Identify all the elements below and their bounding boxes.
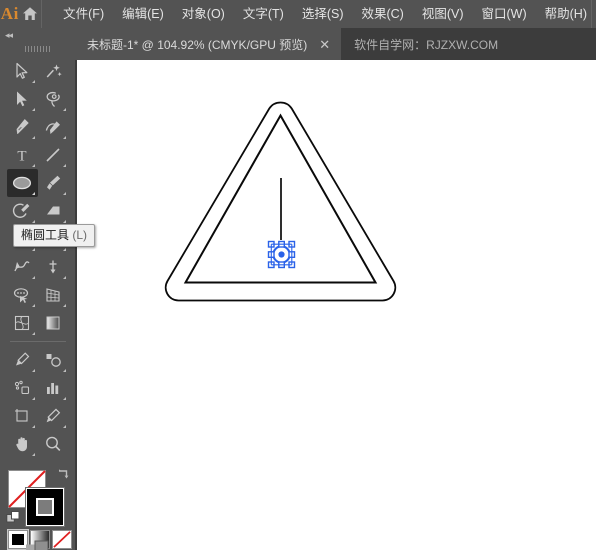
tool-flyout-corner-icon (31, 425, 35, 428)
tool-selection[interactable] (7, 57, 38, 85)
menu-effect[interactable]: 效果(C) (352, 3, 412, 25)
document-tab[interactable]: 未标题-1* @ 104.92% (CMYK/GPU 预览) ✕ (75, 28, 343, 60)
tool-free-transform[interactable] (38, 253, 69, 281)
tooltip-shortcut: (L) (72, 228, 88, 242)
tool-hand[interactable] (7, 430, 38, 458)
tool-flyout-corner-icon (31, 108, 35, 111)
menu-right-divider (591, 0, 592, 28)
tool-flyout-corner-icon (62, 369, 66, 372)
menu-bar: Ai 文件(F) 编辑(E) 对象(O) 文字(T) 选择(S) 效果(C) 视… (0, 0, 596, 28)
tool-type[interactable]: T (7, 141, 38, 169)
tool-blend[interactable] (38, 346, 69, 374)
artwork-warning-triangle (164, 101, 397, 302)
tool-line-segment[interactable] (38, 141, 69, 169)
tool-flyout-corner-icon (62, 425, 66, 428)
menu-edit[interactable]: 编辑(E) (113, 3, 173, 25)
app-logo: Ai (0, 4, 19, 23)
tool-flyout-corner-icon (31, 80, 35, 83)
tool-flyout-corner-icon (62, 248, 66, 251)
tool-flyout-corner-icon (31, 397, 35, 400)
tool-artboard[interactable] (7, 402, 38, 430)
tool-flyout-corner-icon (31, 248, 35, 251)
tool-mesh[interactable] (7, 309, 38, 337)
menu-file[interactable]: 文件(F) (54, 3, 113, 25)
tool-direct-selection[interactable] (7, 85, 38, 113)
watermark-text: 软件自学网：RJZXW.COM (354, 37, 499, 52)
tool-lasso[interactable] (38, 85, 69, 113)
document-tab-title: 未标题-1* @ 104.92% (CMYK/GPU 预览) (87, 37, 308, 52)
tools-panel: ◂◂ T 椭圆工具 (L) (0, 28, 96, 550)
tool-eyedropper[interactable] (7, 346, 38, 374)
tool-symbol-sprayer[interactable] (7, 374, 38, 402)
tool-shaper[interactable] (7, 197, 38, 225)
tool-paintbrush[interactable] (38, 169, 69, 197)
tool-flyout-corner-icon (31, 276, 35, 279)
tool-flyout-corner-icon (31, 164, 35, 167)
illustrator-window: Ai 文件(F) 编辑(E) 对象(O) 文字(T) 选择(S) 效果(C) 视… (0, 0, 596, 550)
tool-flyout-corner-icon (62, 164, 66, 167)
tool-width[interactable] (7, 253, 38, 281)
menu-items: 文件(F) 编辑(E) 对象(O) 文字(T) 选择(S) 效果(C) 视图(V… (44, 3, 596, 25)
tool-grid: T (0, 56, 75, 458)
tool-flyout-corner-icon (31, 369, 35, 372)
document-tab-bar: 未标题-1* @ 104.92% (CMYK/GPU 预览) ✕ 软件自学网：R… (75, 28, 596, 60)
tool-perspective-grid[interactable] (38, 281, 69, 309)
double-chevron-left-icon: ◂◂ (5, 29, 13, 40)
menu-type[interactable]: 文字(T) (234, 3, 293, 25)
panel-collapse-button[interactable]: ◂◂ (0, 28, 75, 42)
tool-flyout-corner-icon (62, 397, 66, 400)
tool-flyout-corner-icon (31, 304, 35, 307)
tool-divider (9, 341, 66, 342)
tool-eraser[interactable] (38, 197, 69, 225)
tool-gradient[interactable] (38, 309, 69, 337)
stroke-swatch-inner (36, 498, 54, 516)
tool-magic-wand[interactable] (38, 57, 69, 85)
stroke-swatch[interactable] (25, 487, 65, 527)
exclamation-dot-center (278, 251, 285, 258)
tool-flyout-corner-icon (31, 453, 35, 456)
tool-flyout-corner-icon (62, 220, 66, 223)
tool-flyout-corner-icon (62, 108, 66, 111)
default-fill-stroke-icon[interactable] (6, 510, 22, 526)
menu-object[interactable]: 对象(O) (173, 3, 234, 25)
tool-flyout-corner-icon (31, 332, 35, 335)
tool-curvature[interactable] (38, 113, 69, 141)
tool-flyout-corner-icon (31, 192, 35, 195)
screen-mode-icon (25, 540, 48, 550)
tooltip-label: 椭圆工具 (21, 228, 70, 242)
tool-flyout-corner-icon (62, 304, 66, 307)
tool-pen[interactable] (7, 113, 38, 141)
tool-flyout-corner-icon (31, 136, 35, 139)
svg-text:T: T (17, 149, 26, 165)
close-icon[interactable]: ✕ (317, 38, 332, 51)
tool-flyout-corner-icon (62, 192, 66, 195)
menu-divider (40, 0, 42, 28)
swap-fill-stroke-icon[interactable] (56, 468, 70, 482)
tool-flyout-corner-icon (62, 136, 66, 139)
tool-tooltip: 椭圆工具 (L) (13, 224, 96, 247)
tool-column-graph[interactable] (38, 374, 69, 402)
menu-help[interactable]: 帮助(H) (536, 3, 596, 25)
menu-select[interactable]: 选择(S) (293, 3, 353, 25)
canvas-area[interactable] (75, 60, 596, 550)
panel-drag-handle[interactable] (0, 42, 75, 56)
menu-view[interactable]: 视图(V) (413, 3, 473, 25)
screen-mode-button[interactable] (0, 536, 75, 550)
tool-slice[interactable] (38, 402, 69, 430)
tool-flyout-corner-icon (31, 220, 35, 223)
grip-dots-icon (24, 46, 51, 52)
tool-ellipse[interactable] (6, 169, 38, 197)
menu-window[interactable]: 窗口(W) (473, 3, 536, 25)
home-icon[interactable] (20, 0, 40, 28)
tool-zoom[interactable] (38, 430, 69, 458)
tool-shape-builder[interactable] (7, 281, 38, 309)
tool-flyout-corner-icon (62, 276, 66, 279)
